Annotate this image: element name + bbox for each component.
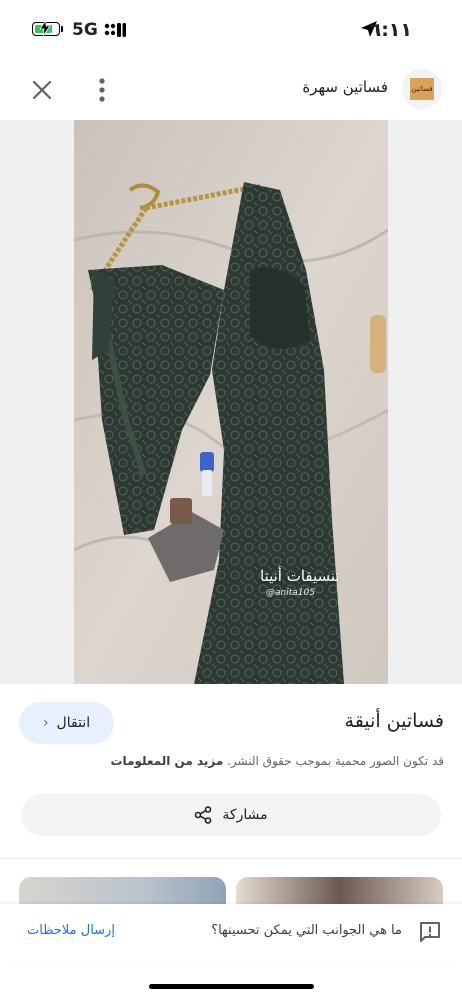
- related-image-thumb[interactable]: [236, 877, 443, 907]
- share-label: مشاركة: [222, 807, 268, 823]
- image-viewer[interactable]: تنسيقات أنيتا @anita105: [0, 120, 462, 684]
- close-icon: [32, 80, 52, 100]
- related-image-thumb[interactable]: [19, 877, 226, 907]
- copyright-text: قد تكون الصور محمية بموجب حقوق النشر.: [227, 754, 444, 768]
- related-images: [0, 877, 462, 907]
- visit-button[interactable]: انتقال ‹: [19, 702, 114, 744]
- watermark-text: تنسيقات أنيتا: [260, 567, 340, 585]
- section-divider: [0, 858, 462, 859]
- home-indicator[interactable]: [149, 984, 314, 989]
- share-icon: [195, 806, 212, 824]
- share-button[interactable]: مشاركة: [21, 794, 441, 836]
- battery-icon: [32, 20, 60, 36]
- signal-icon: [104, 23, 126, 37]
- site-name[interactable]: فساتين سهرة: [302, 78, 388, 96]
- feedback-question: ما هي الجوانب التي يمكن تحسينها؟: [211, 923, 402, 938]
- visit-label: انتقال: [56, 715, 91, 731]
- site-logo-text: فساتين: [411, 85, 433, 93]
- more-vert-icon: [99, 78, 105, 102]
- viewer-header: فساتين سهرة فساتين: [0, 62, 462, 120]
- status-time: ٦:١١: [369, 19, 412, 41]
- status-bar: 5G ٦:١١: [0, 0, 462, 62]
- network-label: 5G: [72, 20, 98, 40]
- charging-bolt-icon: [40, 20, 50, 36]
- result-title: فساتين أنيقة: [344, 710, 444, 732]
- feedback-icon[interactable]: [418, 920, 442, 944]
- close-button[interactable]: [28, 76, 56, 104]
- dress-photo[interactable]: تنسيقات أنيتا @anita105: [74, 120, 388, 684]
- battery-cap: [61, 26, 63, 32]
- more-options-button[interactable]: [88, 74, 116, 106]
- send-feedback-link[interactable]: إرسال ملاحظات: [27, 923, 115, 938]
- chevron-left-icon: ‹: [42, 715, 49, 731]
- site-logo-mark: فساتين: [410, 78, 434, 100]
- watermark-handle: @anita105: [266, 588, 315, 598]
- copyright-notice: قد تكون الصور محمية بموجب حقوق النشر. مز…: [111, 754, 445, 768]
- feedback-bar: إرسال ملاحظات ما هي الجوانب التي يمكن تح…: [0, 904, 462, 964]
- image-details: انتقال ‹ فساتين أنيقة قد تكون الصور محمي…: [0, 684, 462, 860]
- site-logo[interactable]: فساتين: [402, 69, 442, 109]
- more-info-link[interactable]: مزيد من المعلومات: [111, 754, 224, 768]
- dress-photo-illustration: [74, 120, 388, 684]
